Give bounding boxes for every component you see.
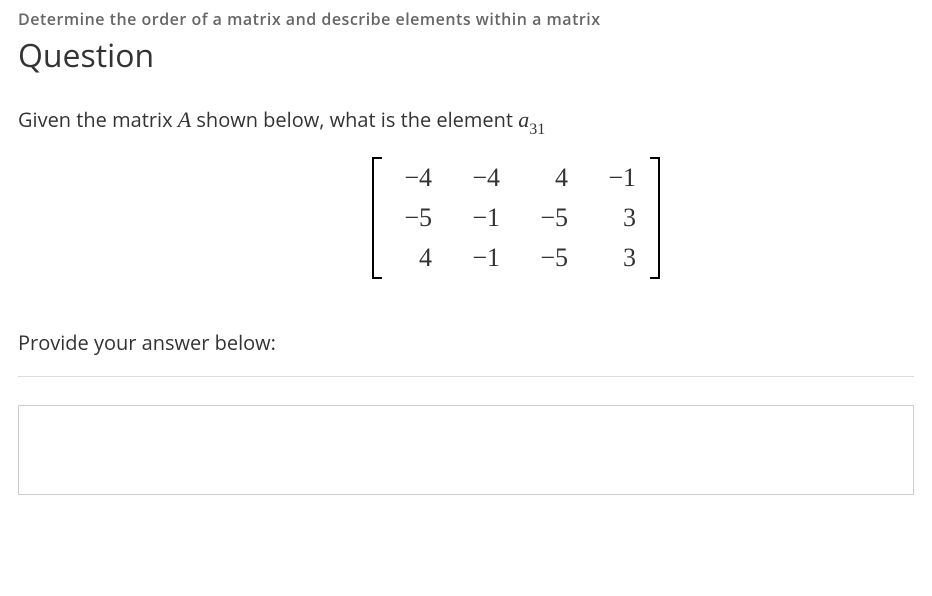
answer-prompt: Provide your answer below:: [18, 329, 914, 356]
answer-input[interactable]: [18, 405, 914, 495]
matrix-cell: −5: [532, 243, 568, 273]
bracket-right: [650, 157, 660, 279]
topic-label: Determine the order of a matrix and desc…: [18, 8, 914, 30]
matrix-display: −4 −4 4 −1 −5 −1 −5 3 4 −1 −5 3: [18, 157, 914, 279]
question-prefix: Given the matrix: [18, 106, 178, 133]
matrix-cell: −4: [396, 163, 432, 193]
question-middle: shown below, what is the element: [191, 106, 518, 133]
element-subscript: 31: [529, 121, 545, 138]
matrix-variable: A: [178, 107, 191, 132]
matrix-cell: −1: [600, 163, 636, 193]
matrix-cell: −5: [532, 203, 568, 233]
matrix-cell: 3: [600, 243, 636, 273]
matrix: −4 −4 4 −1 −5 −1 −5 3 4 −1 −5 3: [372, 157, 660, 279]
matrix-cell: 3: [600, 203, 636, 233]
matrix-cell: −1: [464, 243, 500, 273]
matrix-cell: −1: [464, 203, 500, 233]
element-variable: a: [518, 107, 529, 132]
matrix-body: −4 −4 4 −1 −5 −1 −5 3 4 −1 −5 3: [382, 157, 650, 279]
matrix-cell: −4: [464, 163, 500, 193]
bracket-left: [372, 157, 382, 279]
matrix-cell: 4: [396, 243, 432, 273]
matrix-cell: −5: [396, 203, 432, 233]
question-text: Given the matrix A shown below, what is …: [18, 105, 914, 139]
question-heading: Question: [18, 34, 914, 77]
divider: [18, 376, 914, 377]
matrix-cell: 4: [532, 163, 568, 193]
